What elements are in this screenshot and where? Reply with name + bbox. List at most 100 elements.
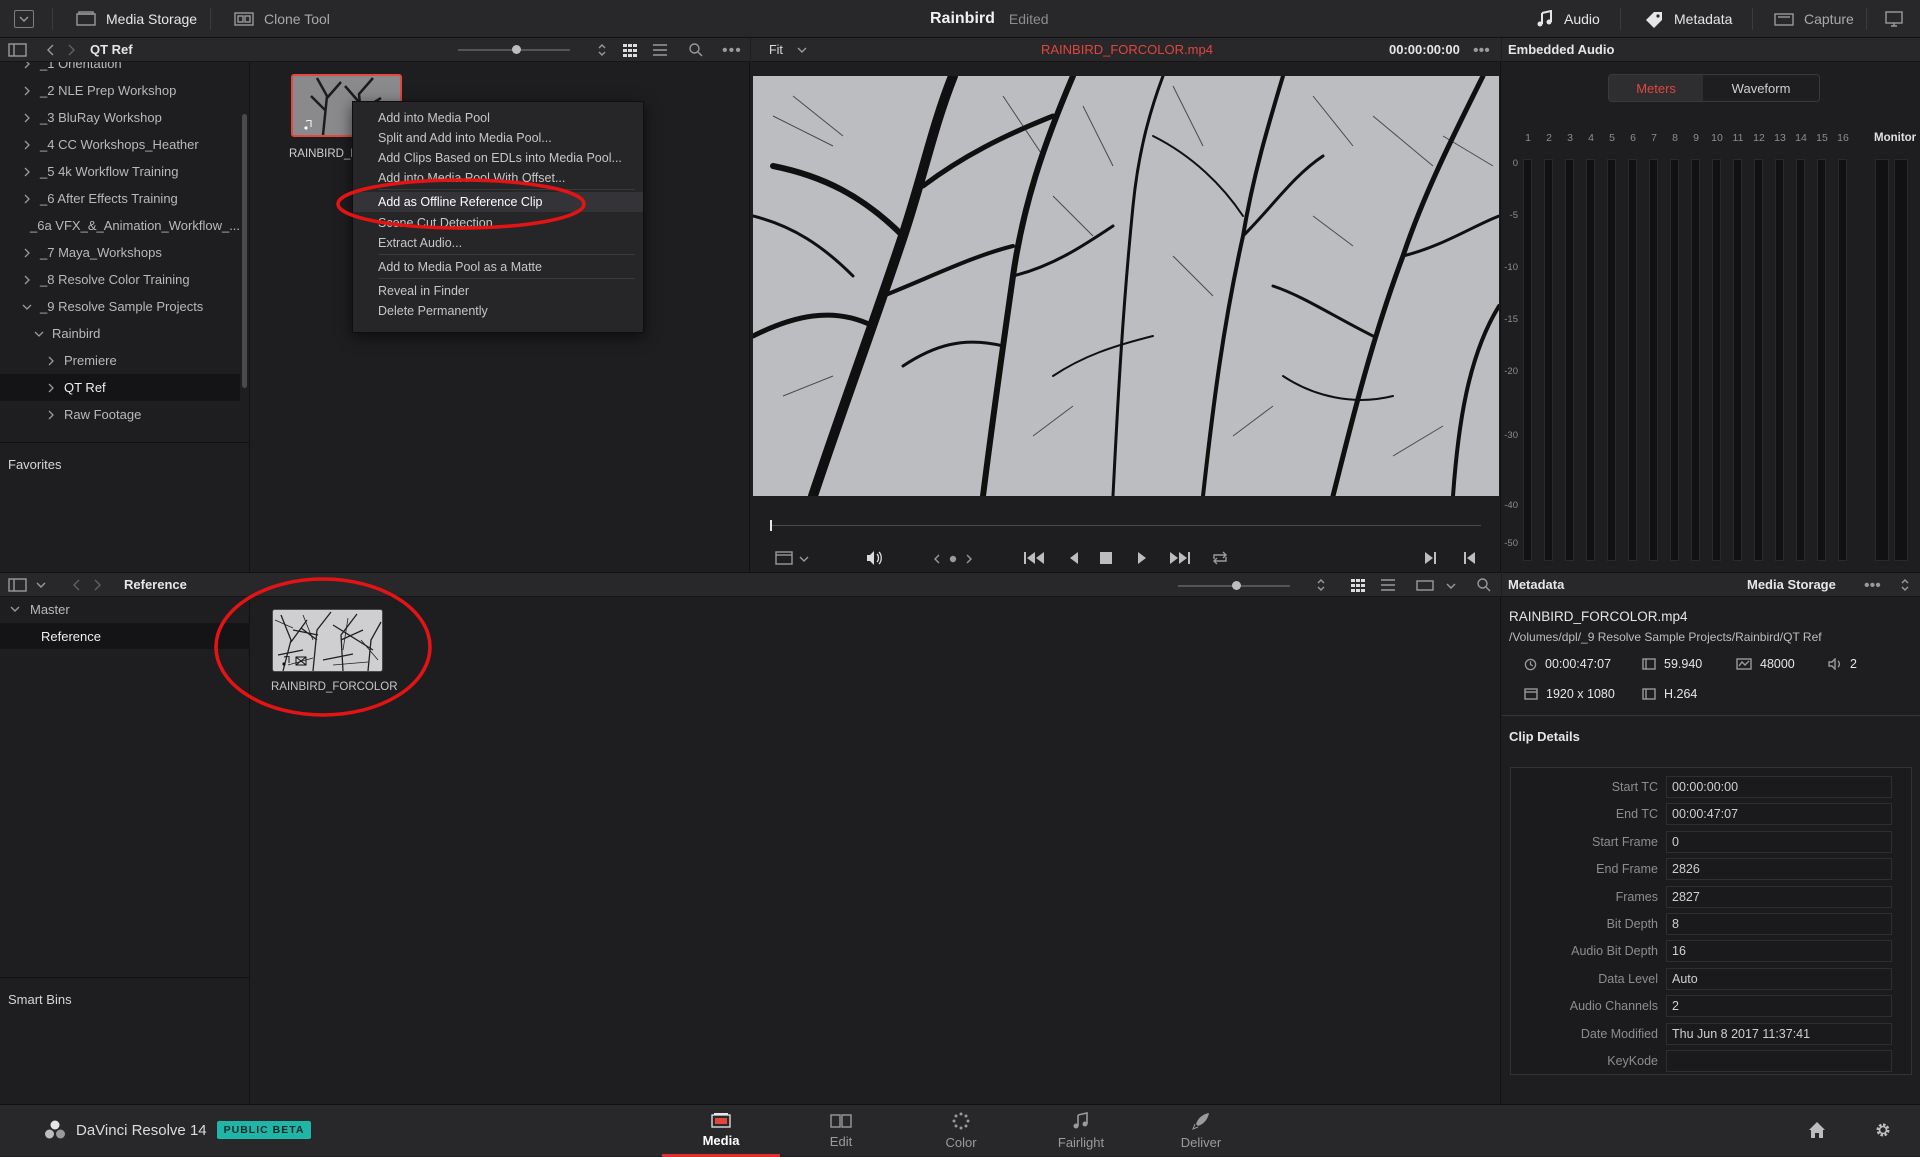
field-value-audio-bit-depth[interactable]: 16 — [1666, 940, 1892, 963]
tree-item-9-resolve-sample-projects[interactable]: _9 Resolve Sample Projects — [0, 293, 240, 320]
page-tab-deliver[interactable]: Deliver — [1142, 1105, 1260, 1157]
metadata-options-button[interactable]: ••• — [1864, 577, 1881, 595]
field-value-bit-depth[interactable]: 8 — [1666, 913, 1892, 935]
jog-control-icon[interactable] — [933, 553, 973, 565]
chevron-right-icon[interactable] — [46, 383, 56, 393]
tree-item-premiere[interactable]: Premiere — [0, 347, 240, 374]
chevron-right-icon[interactable] — [22, 275, 32, 285]
storage-options-button[interactable]: ••• — [722, 42, 742, 60]
forward-arrow-icon[interactable] — [90, 578, 104, 592]
menu-item-add-clips-based-on-edls-into-media-pool[interactable]: Add Clips Based on EDLs into Media Pool.… — [353, 148, 643, 168]
back-arrow-icon[interactable] — [70, 578, 84, 592]
page-tab-media[interactable]: Media — [662, 1105, 780, 1157]
viewer-mode-icon[interactable] — [775, 551, 793, 565]
slider-thumb[interactable] — [1232, 581, 1241, 590]
go-to-start-icon[interactable] — [1023, 551, 1045, 565]
tree-item-rainbird[interactable]: Rainbird — [0, 320, 240, 347]
thumbnail-size-slider[interactable] — [458, 45, 570, 54]
tree-item-raw-footage[interactable]: Raw Footage — [0, 401, 240, 428]
sidebar-toggle-icon[interactable] — [8, 42, 28, 57]
workspace-menu-button[interactable] — [14, 10, 34, 28]
tree-scrollbar[interactable] — [242, 114, 247, 388]
chevron-right-icon[interactable] — [22, 86, 32, 96]
mark-in-icon[interactable] — [1423, 551, 1437, 565]
sort-icon[interactable] — [1314, 578, 1328, 592]
menu-item-delete-permanently[interactable]: Delete Permanently — [353, 301, 643, 321]
playhead[interactable] — [770, 520, 772, 531]
go-to-end-icon[interactable] — [1169, 551, 1191, 565]
tree-item-1-orientation[interactable]: _1 Orientation — [0, 62, 240, 77]
media-storage-tab[interactable]: Media Storage — [76, 0, 197, 38]
tree-item-3-bluray-workshop[interactable]: _3 BluRay Workshop — [0, 104, 240, 131]
menu-item-split-and-add-into-media-pool[interactable]: Split and Add into Media Pool... — [353, 128, 643, 148]
loop-icon[interactable] — [1211, 551, 1229, 565]
field-value-end-frame[interactable]: 2826 — [1666, 858, 1892, 881]
menu-item-add-to-media-pool-as-a-matte[interactable]: Add to Media Pool as a Matte — [353, 257, 643, 277]
menu-item-add-into-media-pool[interactable]: Add into Media Pool — [353, 108, 643, 128]
grid-view-icon[interactable] — [1350, 578, 1366, 592]
chevron-right-icon[interactable] — [22, 62, 32, 69]
play-reverse-icon[interactable] — [1067, 551, 1081, 565]
menu-item-reveal-in-finder[interactable]: Reveal in Finder — [353, 281, 643, 301]
tree-item-5-4k-workflow-training[interactable]: _5 4k Workflow Training — [0, 158, 240, 185]
speaker-icon[interactable] — [865, 550, 883, 566]
grid-view-icon[interactable] — [622, 43, 638, 57]
field-value-keykode[interactable] — [1666, 1050, 1892, 1072]
chevron-down-icon[interactable] — [1446, 582, 1456, 590]
bin-reference[interactable]: Reference — [0, 623, 250, 649]
tree-item-8-resolve-color-training[interactable]: _8 Resolve Color Training — [0, 266, 240, 293]
scrubber-track[interactable] — [770, 520, 1481, 531]
chevron-down-icon[interactable] — [36, 581, 46, 589]
forward-arrow-icon[interactable] — [64, 43, 78, 57]
filmstrip-view-icon[interactable] — [1416, 578, 1434, 592]
metadata-source-dropdown[interactable]: Media Storage — [1747, 577, 1836, 592]
field-value-start-frame[interactable]: 0 — [1666, 830, 1892, 853]
pool-clip-thumbnail[interactable] — [272, 609, 383, 672]
capture-panel-toggle[interactable]: Capture — [1774, 0, 1854, 38]
field-value-frames[interactable]: 2827 — [1666, 885, 1892, 908]
expand-collapse-icon[interactable] — [1898, 578, 1912, 592]
menu-item-add-into-media-pool-with-offset[interactable]: Add into Media Pool With Offset... — [353, 168, 643, 188]
mark-out-icon[interactable] — [1463, 551, 1477, 565]
audio-panel-toggle[interactable]: Audio — [1536, 0, 1600, 38]
field-value-start-tc[interactable]: 00:00:00:00 — [1666, 776, 1892, 798]
search-icon[interactable] — [1476, 577, 1492, 593]
stop-icon[interactable] — [1099, 551, 1113, 565]
search-icon[interactable] — [688, 42, 704, 58]
list-view-icon[interactable] — [652, 43, 668, 57]
page-tab-fairlight[interactable]: Fairlight — [1022, 1105, 1140, 1157]
settings-button[interactable] — [1874, 1121, 1892, 1139]
field-value-date-modified[interactable]: Thu Jun 8 2017 11:37:41 — [1666, 1022, 1892, 1045]
tree-item-qt-ref[interactable]: QT Ref — [0, 374, 240, 401]
clone-tool-tab[interactable]: Clone Tool — [234, 0, 330, 38]
back-arrow-icon[interactable] — [44, 43, 58, 57]
menu-item-extract-audio[interactable]: Extract Audio... — [353, 233, 643, 253]
waveform-tab[interactable]: Waveform — [1703, 75, 1819, 101]
chevron-right-icon[interactable] — [22, 248, 32, 258]
menu-item-add-as-offline-reference-clip[interactable]: Add as Offline Reference Clip — [353, 192, 643, 212]
chevron-right-icon[interactable] — [22, 140, 32, 150]
tree-item-7-maya-workshops[interactable]: _7 Maya_Workshops — [0, 239, 240, 266]
fullscreen-button[interactable] — [1884, 10, 1904, 28]
slider-thumb[interactable] — [512, 45, 521, 54]
page-tab-edit[interactable]: Edit — [782, 1105, 900, 1157]
chevron-right-icon[interactable] — [46, 356, 56, 366]
page-tab-color[interactable]: Color — [902, 1105, 1020, 1157]
field-value-end-tc[interactable]: 00:00:47:07 — [1666, 803, 1892, 826]
list-view-icon[interactable] — [1380, 578, 1396, 592]
home-button[interactable] — [1808, 1121, 1826, 1139]
menu-item-scene-cut-detection[interactable]: Scene Cut Detection... — [353, 213, 643, 233]
sidebar-toggle-icon[interactable] — [8, 577, 28, 592]
chevron-down-icon[interactable] — [34, 329, 44, 339]
bin-master[interactable]: Master — [0, 597, 250, 621]
viewer-options-button[interactable]: ••• — [1473, 42, 1490, 60]
video-frame[interactable] — [753, 76, 1499, 496]
pool-thumbnail-slider[interactable] — [1178, 581, 1290, 590]
chevron-down-icon[interactable] — [799, 555, 809, 563]
metadata-panel-toggle[interactable]: Metadata — [1644, 0, 1732, 38]
chevron-right-icon[interactable] — [22, 113, 32, 123]
meters-tab[interactable]: Meters — [1609, 75, 1704, 101]
play-icon[interactable] — [1135, 551, 1149, 565]
tree-item-6a-vfx-animation-workflow[interactable]: _6a VFX_&_Animation_Workflow_... — [0, 212, 240, 239]
sort-icon[interactable] — [595, 43, 609, 57]
